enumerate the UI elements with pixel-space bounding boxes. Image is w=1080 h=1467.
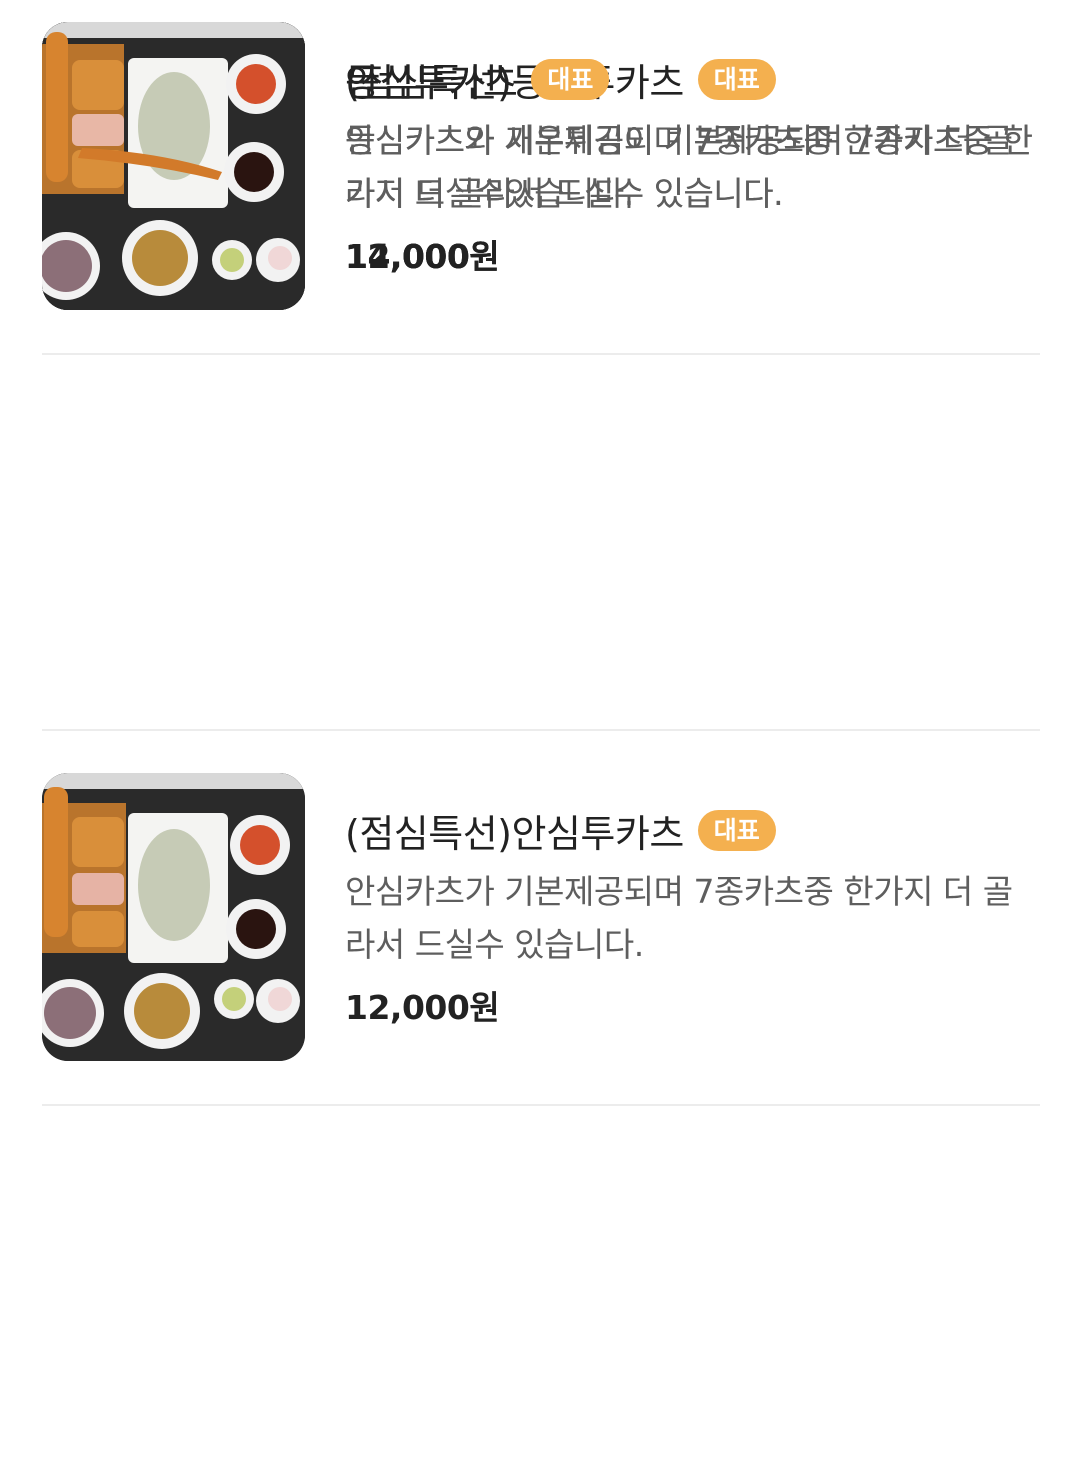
signature-badge: 대표 — [531, 58, 610, 100]
menu-item[interactable]: 안심투카츠 대표 안심카츠와 새우튀김이 기본제공되며 7종카츠중 한가지 더 … — [0, 0, 1080, 375]
menu-item-title-row: (점심특선)안심투카츠 대표 — [345, 801, 1045, 859]
menu-item-title: 안심투카츠 — [345, 60, 518, 105]
menu-item-photo[interactable] — [42, 22, 305, 310]
food-photo-illustration — [42, 22, 305, 310]
menu-item-price: 12,000원 — [345, 988, 500, 1027]
menu-item-title-row: 안심투카츠 대표 — [345, 50, 1045, 108]
menu-item-title: (점심특선)안심투카츠 — [345, 811, 684, 856]
divider — [42, 1104, 1040, 1106]
signature-badge: 대표 — [697, 809, 776, 851]
menu-item-price: 14,000원 — [345, 237, 500, 276]
menu-item[interactable]: (점심특선)안심투카츠 대표 안심카츠가 기본제공되며 7종카츠중 한가지 더 … — [0, 751, 1080, 1126]
menu-item-photo[interactable] — [42, 773, 305, 1061]
food-photo-illustration — [42, 773, 305, 1061]
menu-item-info: 안심투카츠 대표 안심카츠와 새우튀김이 기본제공되며 7종카츠중 한가지 더 … — [345, 50, 1045, 278]
menu-list: (점심특선)등심투카츠 대표 등심카츠가 기본제공되며 7종카츠중 한가지 더 … — [0, 0, 1080, 1467]
menu-item-description: 안심카츠와 새우튀김이 기본제공되며 7종카츠중 한가지 더 골라서 드실수 있… — [345, 121, 1033, 213]
divider — [42, 729, 1040, 731]
menu-item-description: 안심카츠가 기본제공되며 7종카츠중 한가지 더 골라서 드실수 있습니다. — [345, 872, 1013, 964]
menu-item-info: (점심특선)안심투카츠 대표 안심카츠가 기본제공되며 7종카츠중 한가지 더 … — [345, 801, 1045, 1029]
